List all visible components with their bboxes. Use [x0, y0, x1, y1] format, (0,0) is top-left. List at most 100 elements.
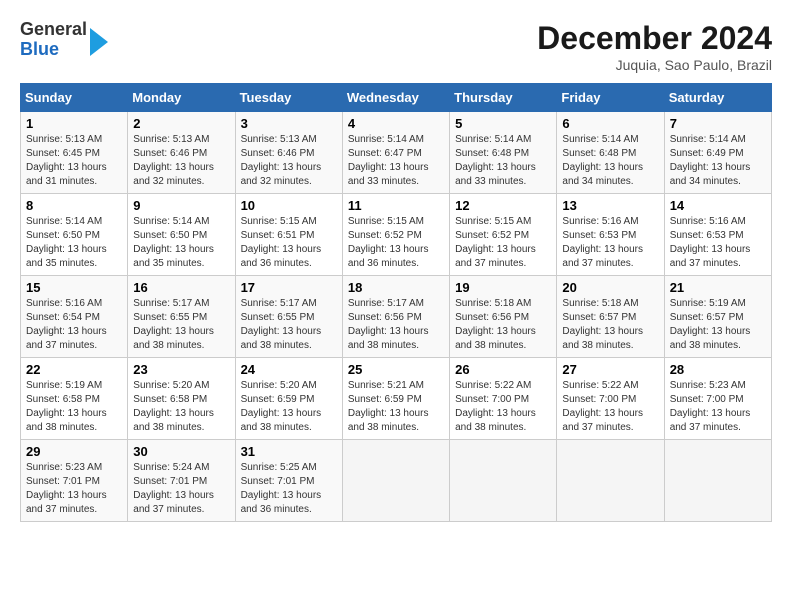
calendar-cell: 1 Sunrise: 5:13 AMSunset: 6:45 PMDayligh…: [21, 112, 128, 194]
calendar-cell: 5 Sunrise: 5:14 AMSunset: 6:48 PMDayligh…: [450, 112, 557, 194]
day-info: Sunrise: 5:14 AMSunset: 6:48 PMDaylight:…: [455, 133, 551, 189]
calendar-cell: 11 Sunrise: 5:15 AMSunset: 6:52 PMDaylig…: [342, 194, 449, 276]
calendar-cell: 27 Sunrise: 5:22 AMSunset: 7:00 PMDaylig…: [557, 358, 664, 440]
day-number: 3: [241, 116, 337, 131]
day-number: 19: [455, 280, 551, 295]
week-row-4: 22 Sunrise: 5:19 AMSunset: 6:58 PMDaylig…: [21, 358, 772, 440]
day-info: Sunrise: 5:20 AMSunset: 6:58 PMDaylight:…: [133, 379, 229, 435]
day-info: Sunrise: 5:15 AMSunset: 6:52 PMDaylight:…: [348, 215, 444, 271]
day-info: Sunrise: 5:13 AMSunset: 6:46 PMDaylight:…: [241, 133, 337, 189]
week-row-3: 15 Sunrise: 5:16 AMSunset: 6:54 PMDaylig…: [21, 276, 772, 358]
day-info: Sunrise: 5:17 AMSunset: 6:56 PMDaylight:…: [348, 297, 444, 353]
calendar-cell: 6 Sunrise: 5:14 AMSunset: 6:48 PMDayligh…: [557, 112, 664, 194]
weekday-header-saturday: Saturday: [664, 84, 771, 112]
day-info: Sunrise: 5:14 AMSunset: 6:47 PMDaylight:…: [348, 133, 444, 189]
day-info: Sunrise: 5:17 AMSunset: 6:55 PMDaylight:…: [133, 297, 229, 353]
day-number: 4: [348, 116, 444, 131]
day-number: 10: [241, 198, 337, 213]
day-info: Sunrise: 5:22 AMSunset: 7:00 PMDaylight:…: [562, 379, 658, 435]
weekday-header-thursday: Thursday: [450, 84, 557, 112]
calendar-cell: 31 Sunrise: 5:25 AMSunset: 7:01 PMDaylig…: [235, 440, 342, 522]
day-info: Sunrise: 5:23 AMSunset: 7:01 PMDaylight:…: [26, 461, 122, 517]
weekday-header-friday: Friday: [557, 84, 664, 112]
day-info: Sunrise: 5:25 AMSunset: 7:01 PMDaylight:…: [241, 461, 337, 517]
calendar-cell: 29 Sunrise: 5:23 AMSunset: 7:01 PMDaylig…: [21, 440, 128, 522]
calendar-cell: 2 Sunrise: 5:13 AMSunset: 6:46 PMDayligh…: [128, 112, 235, 194]
logo-general: General: [20, 20, 87, 40]
calendar-cell: 17 Sunrise: 5:17 AMSunset: 6:55 PMDaylig…: [235, 276, 342, 358]
day-number: 26: [455, 362, 551, 377]
day-number: 27: [562, 362, 658, 377]
day-info: Sunrise: 5:18 AMSunset: 6:56 PMDaylight:…: [455, 297, 551, 353]
weekday-header-row: SundayMondayTuesdayWednesdayThursdayFrid…: [21, 84, 772, 112]
day-number: 30: [133, 444, 229, 459]
day-info: Sunrise: 5:18 AMSunset: 6:57 PMDaylight:…: [562, 297, 658, 353]
day-info: Sunrise: 5:21 AMSunset: 6:59 PMDaylight:…: [348, 379, 444, 435]
calendar-cell: 3 Sunrise: 5:13 AMSunset: 6:46 PMDayligh…: [235, 112, 342, 194]
day-number: 16: [133, 280, 229, 295]
calendar-cell: 4 Sunrise: 5:14 AMSunset: 6:47 PMDayligh…: [342, 112, 449, 194]
weekday-header-tuesday: Tuesday: [235, 84, 342, 112]
calendar-cell: [342, 440, 449, 522]
day-info: Sunrise: 5:14 AMSunset: 6:50 PMDaylight:…: [26, 215, 122, 271]
calendar-cell: 24 Sunrise: 5:20 AMSunset: 6:59 PMDaylig…: [235, 358, 342, 440]
day-info: Sunrise: 5:20 AMSunset: 6:59 PMDaylight:…: [241, 379, 337, 435]
day-number: 5: [455, 116, 551, 131]
weekday-header-wednesday: Wednesday: [342, 84, 449, 112]
day-info: Sunrise: 5:16 AMSunset: 6:53 PMDaylight:…: [670, 215, 766, 271]
day-number: 29: [26, 444, 122, 459]
day-info: Sunrise: 5:14 AMSunset: 6:50 PMDaylight:…: [133, 215, 229, 271]
day-info: Sunrise: 5:15 AMSunset: 6:51 PMDaylight:…: [241, 215, 337, 271]
logo-blue: Blue: [20, 40, 87, 60]
day-number: 18: [348, 280, 444, 295]
calendar-cell: 14 Sunrise: 5:16 AMSunset: 6:53 PMDaylig…: [664, 194, 771, 276]
page-header: General Blue December 2024 Juquia, Sao P…: [20, 20, 772, 73]
calendar-table: SundayMondayTuesdayWednesdayThursdayFrid…: [20, 83, 772, 522]
day-info: Sunrise: 5:19 AMSunset: 6:57 PMDaylight:…: [670, 297, 766, 353]
calendar-cell: 19 Sunrise: 5:18 AMSunset: 6:56 PMDaylig…: [450, 276, 557, 358]
calendar-cell: [664, 440, 771, 522]
day-number: 8: [26, 198, 122, 213]
day-number: 17: [241, 280, 337, 295]
day-number: 9: [133, 198, 229, 213]
calendar-cell: 16 Sunrise: 5:17 AMSunset: 6:55 PMDaylig…: [128, 276, 235, 358]
day-number: 23: [133, 362, 229, 377]
day-info: Sunrise: 5:13 AMSunset: 6:45 PMDaylight:…: [26, 133, 122, 189]
day-number: 14: [670, 198, 766, 213]
calendar-cell: 7 Sunrise: 5:14 AMSunset: 6:49 PMDayligh…: [664, 112, 771, 194]
location-subtitle: Juquia, Sao Paulo, Brazil: [537, 57, 772, 73]
day-number: 21: [670, 280, 766, 295]
week-row-2: 8 Sunrise: 5:14 AMSunset: 6:50 PMDayligh…: [21, 194, 772, 276]
calendar-cell: 13 Sunrise: 5:16 AMSunset: 6:53 PMDaylig…: [557, 194, 664, 276]
day-number: 28: [670, 362, 766, 377]
day-info: Sunrise: 5:14 AMSunset: 6:48 PMDaylight:…: [562, 133, 658, 189]
calendar-cell: 30 Sunrise: 5:24 AMSunset: 7:01 PMDaylig…: [128, 440, 235, 522]
calendar-cell: 10 Sunrise: 5:15 AMSunset: 6:51 PMDaylig…: [235, 194, 342, 276]
logo: General Blue: [20, 20, 108, 60]
week-row-1: 1 Sunrise: 5:13 AMSunset: 6:45 PMDayligh…: [21, 112, 772, 194]
day-number: 25: [348, 362, 444, 377]
day-number: 7: [670, 116, 766, 131]
calendar-cell: 21 Sunrise: 5:19 AMSunset: 6:57 PMDaylig…: [664, 276, 771, 358]
day-number: 12: [455, 198, 551, 213]
calendar-cell: 22 Sunrise: 5:19 AMSunset: 6:58 PMDaylig…: [21, 358, 128, 440]
calendar-cell: 18 Sunrise: 5:17 AMSunset: 6:56 PMDaylig…: [342, 276, 449, 358]
weekday-header-sunday: Sunday: [21, 84, 128, 112]
day-number: 2: [133, 116, 229, 131]
day-info: Sunrise: 5:24 AMSunset: 7:01 PMDaylight:…: [133, 461, 229, 517]
month-title: December 2024: [537, 20, 772, 57]
calendar-cell: 20 Sunrise: 5:18 AMSunset: 6:57 PMDaylig…: [557, 276, 664, 358]
day-info: Sunrise: 5:16 AMSunset: 6:53 PMDaylight:…: [562, 215, 658, 271]
day-number: 24: [241, 362, 337, 377]
title-section: December 2024 Juquia, Sao Paulo, Brazil: [537, 20, 772, 73]
day-info: Sunrise: 5:22 AMSunset: 7:00 PMDaylight:…: [455, 379, 551, 435]
logo-text: General Blue: [20, 20, 87, 60]
day-info: Sunrise: 5:15 AMSunset: 6:52 PMDaylight:…: [455, 215, 551, 271]
day-number: 6: [562, 116, 658, 131]
day-info: Sunrise: 5:14 AMSunset: 6:49 PMDaylight:…: [670, 133, 766, 189]
calendar-cell: 8 Sunrise: 5:14 AMSunset: 6:50 PMDayligh…: [21, 194, 128, 276]
day-number: 1: [26, 116, 122, 131]
day-info: Sunrise: 5:16 AMSunset: 6:54 PMDaylight:…: [26, 297, 122, 353]
day-info: Sunrise: 5:19 AMSunset: 6:58 PMDaylight:…: [26, 379, 122, 435]
day-info: Sunrise: 5:17 AMSunset: 6:55 PMDaylight:…: [241, 297, 337, 353]
